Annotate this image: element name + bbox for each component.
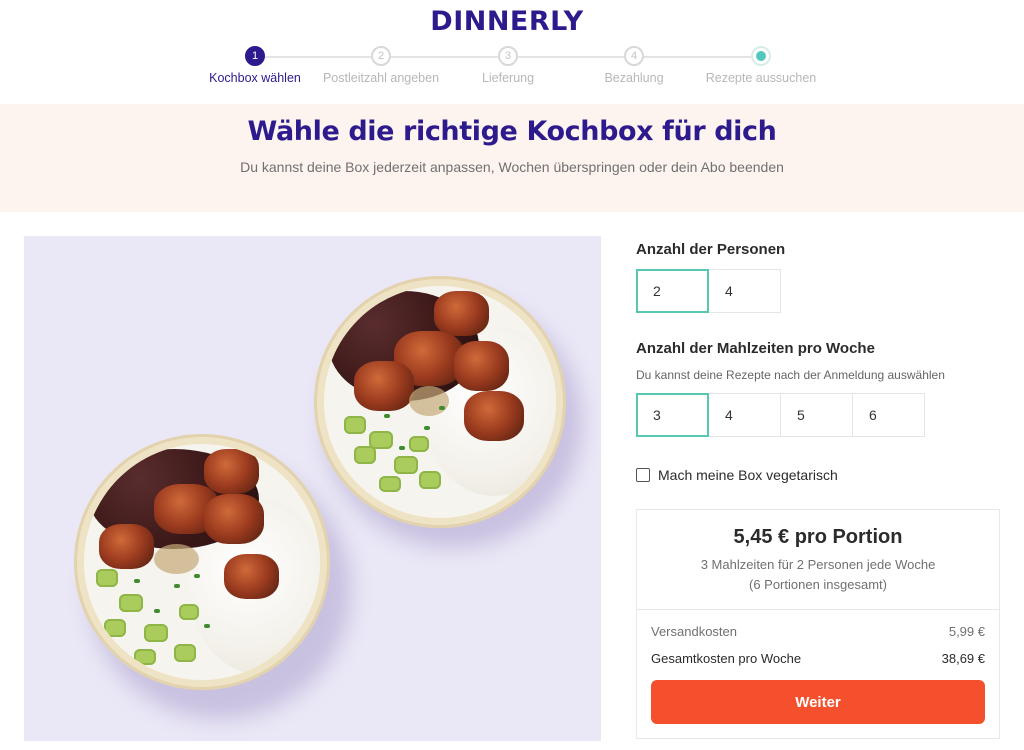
continue-button[interactable]: Weiter [651, 680, 985, 724]
meals-hint: Du kannst deine Rezepte nach der Anmeldu… [636, 368, 945, 382]
shipping-label: Versandkosten [651, 624, 738, 639]
meals-summary: 3 Mahlzeiten für 2 Personen jede Woche [700, 557, 936, 572]
step-2-number: 2 [371, 46, 391, 66]
meals-option-3[interactable]: 3 [636, 393, 709, 437]
step-5-label: Rezepte aussuchen [705, 71, 817, 85]
price-summary-header: 5,45 € pro Portion 3 Mahlzeiten für 2 Pe… [637, 510, 999, 610]
step-4-payment: 4 Bezahlung [564, 46, 704, 85]
step-3-label: Lieferung [481, 71, 535, 85]
price-breakdown: Versandkosten 5,99 € Gesamtkosten pro Wo… [637, 610, 999, 738]
persons-option-2[interactable]: 2 [636, 269, 709, 313]
price-description: 3 Mahlzeiten für 2 Personen jede Woche (… [647, 555, 989, 595]
step-2-postcode: 2 Postleitzahl angeben [311, 46, 451, 85]
persons-selector: 2 4 [636, 269, 1000, 313]
step-4-number: 4 [624, 46, 644, 66]
step-2-label: Postleitzahl angeben [322, 71, 440, 85]
main-content: Anzahl der Personen 2 4 Anzahl der Mahlz… [0, 212, 1024, 750]
total-label: Gesamtkosten pro Woche [651, 651, 802, 666]
intro-banner: Wähle die richtige Kochbox für dich Du k… [0, 104, 1024, 212]
box-configurator: Anzahl der Personen 2 4 Anzahl der Mahlz… [636, 212, 1000, 739]
meals-option-5[interactable]: 5 [780, 393, 853, 437]
vegetarian-checkbox[interactable] [636, 468, 650, 482]
meals-title: Anzahl der Mahlzeiten pro Woche [636, 340, 875, 357]
shipping-row: Versandkosten 5,99 € [651, 624, 985, 639]
dinnerly-logo[interactable]: DINNERLY [0, 6, 1014, 37]
step-5-marker [751, 46, 771, 66]
meals-option-4[interactable]: 4 [708, 393, 781, 437]
vegetarian-option[interactable]: Mach meine Box vegetarisch [636, 467, 1000, 483]
progress-stepper: 1 Kochbox wählen 2 Postleitzahl angeben … [0, 46, 1024, 86]
step-5-recipes: Rezepte aussuchen [691, 46, 831, 85]
step-1-number: 1 [245, 46, 265, 66]
rice-bowl-back [314, 276, 566, 528]
page-title: Wähle die richtige Kochbox für dich [247, 116, 777, 147]
food-bowls-image [24, 236, 601, 741]
total-value: 38,69 € [941, 651, 985, 666]
meals-selector: 3 4 5 6 [636, 393, 1000, 437]
step-1-label: Kochbox wählen [209, 71, 301, 85]
meals-option-6[interactable]: 6 [852, 393, 925, 437]
price-per-portion: 5,45 € pro Portion [733, 526, 903, 548]
step-3-delivery: 3 Lieferung [438, 46, 578, 85]
vegetarian-label[interactable]: Mach meine Box vegetarisch [658, 467, 838, 483]
step-1-choose-box: 1 Kochbox wählen [185, 46, 325, 85]
persons-option-4[interactable]: 4 [708, 269, 781, 313]
persons-title: Anzahl der Personen [636, 241, 786, 258]
step-4-label: Bezahlung [604, 71, 664, 85]
rice-bowl-front [74, 434, 330, 690]
price-summary: 5,45 € pro Portion 3 Mahlzeiten für 2 Pe… [636, 509, 1000, 739]
header: DINNERLY 1 Kochbox wählen 2 Postleitzahl… [0, 0, 1024, 104]
page-subtitle: Du kannst deine Box jederzeit anpassen, … [240, 159, 784, 175]
total-row: Gesamtkosten pro Woche 38,69 € [651, 651, 985, 666]
step-3-number: 3 [498, 46, 518, 66]
portions-total: (6 Portionen insgesamt) [748, 577, 887, 592]
shipping-value: 5,99 € [948, 624, 985, 639]
